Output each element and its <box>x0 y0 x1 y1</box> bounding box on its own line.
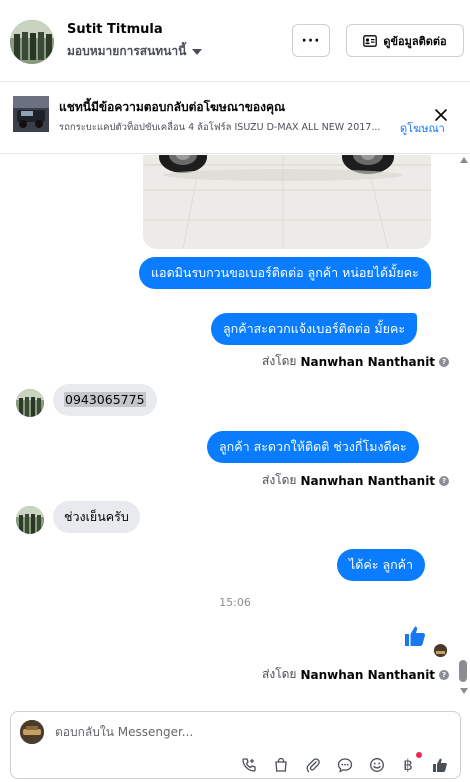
page-avatar <box>20 720 44 744</box>
conversation-header: Sutit Titmula มอบหมายการสนทนานี้ ··· ดูข… <box>0 0 470 82</box>
thumbs-up-send-icon[interactable] <box>431 756 449 774</box>
call-icon[interactable] <box>240 756 258 774</box>
baht-payment-icon[interactable]: ฿ <box>399 756 417 774</box>
sent-by-name[interactable]: Nanwhan Nanthanit <box>300 355 435 369</box>
sent-by-label: ส่งโดย Nanwhan Nanthanit ? <box>262 352 450 371</box>
more-icon: ··· <box>301 32 321 49</box>
sent-by-name[interactable]: Nanwhan Nanthanit <box>300 474 435 488</box>
contact-avatar-small[interactable] <box>16 389 44 417</box>
outgoing-message[interactable]: แอดมินรบกวนขอเบอร์ติดต่อ ลูกค้า หน่อยได้… <box>139 257 431 289</box>
phone-number[interactable]: 0943065775 <box>64 392 146 407</box>
sent-by-label: ส่งโดย Nanwhan Nanthanit ? <box>262 471 450 490</box>
attachment-icon[interactable] <box>304 756 322 774</box>
contact-name[interactable]: Sutit Titmula <box>67 22 163 37</box>
ad-reply-banner: แชทนี้มีข้อความตอบกลับต่อโฆษณาของคุณ รถก… <box>0 82 470 154</box>
scroll-up-arrow[interactable] <box>460 157 468 163</box>
contact-avatar[interactable] <box>10 20 54 64</box>
shopping-bag-icon[interactable] <box>272 756 290 774</box>
sent-by-prefix: ส่งโดย <box>262 667 297 681</box>
reply-input[interactable] <box>55 721 435 743</box>
more-options-button[interactable]: ··· <box>292 24 330 57</box>
view-contact-info-label: ดูข้อมูลติดต่อ <box>383 34 447 48</box>
caret-down-icon <box>192 48 203 55</box>
ad-banner-title: แชทนี้มีข้อความตอบกลับต่อโฆษณาของคุณ <box>59 100 286 114</box>
assign-label: มอบหมายการสนทนานี้ <box>67 44 187 58</box>
thumbs-up-icon[interactable] <box>403 624 427 648</box>
incoming-message[interactable]: ช่วงเย็นครับ <box>53 501 140 533</box>
assign-conversation-dropdown[interactable]: มอบหมายการสนทนานี้ <box>67 42 203 61</box>
sent-by-prefix: ส่งโดย <box>262 473 297 487</box>
ad-thumbnail[interactable] <box>13 96 49 132</box>
message-photo[interactable] <box>143 155 431 249</box>
scroll-down-arrow[interactable] <box>460 688 468 694</box>
contact-avatar-small[interactable] <box>16 506 44 534</box>
saved-replies-icon[interactable] <box>336 756 354 774</box>
notification-dot <box>416 752 422 758</box>
outgoing-message[interactable]: ลูกค้า สะดวกให้ติดติ ช่วงกี่โมงดีคะ <box>207 431 419 463</box>
contact-card-icon <box>363 34 378 47</box>
info-icon[interactable]: ? <box>439 475 450 486</box>
sent-by-label: ส่งโดย Nanwhan Nanthanit ? <box>262 665 450 684</box>
close-icon[interactable] <box>432 106 450 124</box>
seen-by-avatar <box>434 644 447 657</box>
incoming-message[interactable]: 0943065775 <box>53 384 157 416</box>
ad-banner-subtitle: รถกระบะแคปตัวท็อปขับเคลื่อน 4 ล้อโฟร์ล I… <box>59 122 381 133</box>
sent-by-name[interactable]: Nanwhan Nanthanit <box>300 668 435 682</box>
emoji-icon[interactable] <box>368 756 386 774</box>
scrollbar-thumb[interactable] <box>459 660 467 682</box>
info-icon[interactable]: ? <box>439 356 450 367</box>
message-thread[interactable]: แอดมินรบกวนขอเบอร์ติดต่อ ลูกค้า หน่อยได้… <box>0 155 470 700</box>
view-contact-info-button[interactable]: ดูข้อมูลติดต่อ <box>346 24 464 57</box>
info-icon[interactable]: ? <box>439 669 450 680</box>
message-timestamp: 15:06 <box>219 596 251 609</box>
outgoing-message[interactable]: ลูกค้าสะดวกแจ้งเบอร์ติดต่อ มั้ยคะ <box>211 313 418 345</box>
message-composer: ฿ <box>10 711 461 779</box>
sent-by-prefix: ส่งโดย <box>262 354 297 368</box>
outgoing-message[interactable]: ได้ค่ะ ลูกค้า <box>337 549 426 581</box>
